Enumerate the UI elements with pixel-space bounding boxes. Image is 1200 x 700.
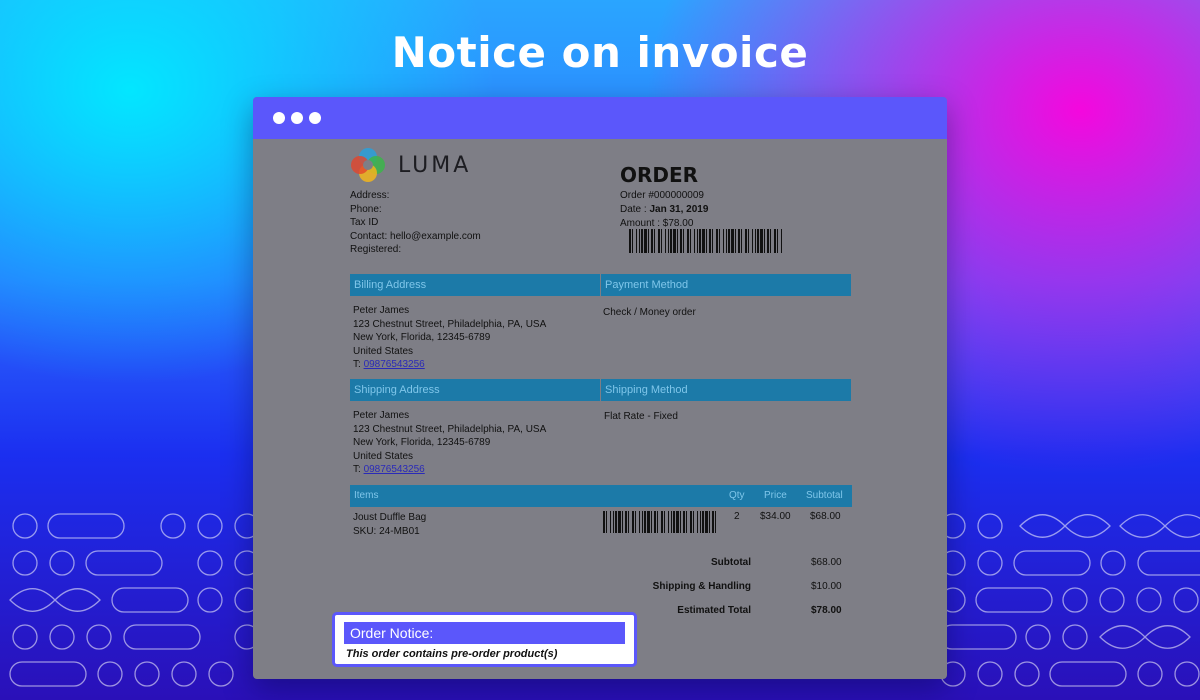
shipping-phone-link[interactable]: 09876543256: [364, 464, 425, 475]
shipping-method-header: Shipping Method: [600, 379, 851, 401]
brand-name: LUMA: [398, 153, 472, 178]
shipping-phone-label: T:: [353, 464, 364, 475]
subtotal-col-header: Subtotal: [806, 490, 843, 501]
shipping-handling-value: $10.00: [811, 581, 842, 592]
item-qty: 2: [734, 511, 740, 522]
shipping-phone-line: T: 09876543256: [353, 463, 546, 477]
store-address: Address:: [350, 190, 390, 201]
billing-country: United States: [353, 345, 414, 357]
browser-window: LUMA Address: Phone: Tax ID Contact: hel…: [253, 97, 947, 679]
order-date-label: Date :: [620, 204, 650, 215]
qty-col-header: Qty: [729, 490, 745, 501]
shipping-city: New York, Florida, 12345-6789: [353, 437, 491, 448]
payment-method: Check / Money order: [603, 307, 696, 318]
order-title: ORDER: [620, 163, 699, 187]
window-dot-icon[interactable]: [291, 112, 303, 124]
item-sku: SKU: 24-MB01: [353, 525, 420, 537]
payment-method-header: Payment Method: [600, 274, 851, 296]
item-price: $34.00: [760, 511, 791, 522]
decorative-pattern-left: [9, 513, 260, 687]
price-col-header: Price: [764, 490, 787, 501]
billing-address-header: Billing Address: [350, 274, 600, 296]
shipping-handling-label: Shipping & Handling: [652, 581, 751, 592]
order-date: Date : Jan 31, 2019: [620, 203, 708, 217]
order-notice-header: Order Notice:: [344, 622, 625, 644]
billing-street: 123 Chestnut Street, Philadelphia, PA, U…: [353, 318, 547, 330]
items-col-header: Items: [354, 490, 379, 501]
subtotal-value: $68.00: [811, 557, 842, 568]
items-table-header: Items Qty Price Subtotal: [350, 485, 852, 507]
shipping-street: 123 Chestnut Street, Philadelphia, PA, U…: [353, 423, 547, 435]
billing-phone-line: T: 09876543256: [353, 358, 546, 372]
window-dot-icon[interactable]: [309, 112, 321, 124]
billing-name: Peter James: [353, 305, 410, 316]
billing-address: Peter James 123 Chestnut Street, Philade…: [353, 304, 546, 372]
store-registered: Registered:: [350, 244, 402, 255]
shipping-address: Peter James 123 Chestnut Street, Philade…: [353, 409, 546, 477]
order-barcode: [629, 229, 782, 253]
shipping-address-header: Shipping Address: [350, 379, 600, 401]
order-notice-callout: Order Notice: This order contains pre-or…: [332, 612, 637, 667]
window-dot-icon[interactable]: [273, 112, 285, 124]
order-number: Order #000000009: [620, 190, 704, 201]
order-meta: Order #000000009 Date : Jan 31, 2019 Amo…: [620, 189, 708, 231]
order-notice-text: This order contains pre-order product(s): [346, 648, 558, 660]
billing-city: New York, Florida, 12345-6789: [353, 332, 491, 343]
billing-phone-label: T:: [353, 359, 364, 370]
shipping-country: United States: [353, 450, 414, 462]
decorative-pattern-right: [940, 513, 1200, 687]
shipping-method: Flat Rate - Fixed: [604, 411, 678, 422]
store-contact: Contact: hello@example.com: [350, 230, 481, 242]
store-phone: Phone:: [350, 203, 382, 215]
estimated-total-label: Estimated Total: [677, 605, 751, 616]
subtotal-label: Subtotal: [711, 557, 751, 568]
shipping-name: Peter James: [353, 410, 410, 421]
estimated-total-value: $78.00: [811, 605, 842, 616]
order-date-value: Jan 31, 2019: [649, 204, 709, 215]
billing-phone-link[interactable]: 09876543256: [364, 359, 425, 370]
item-subtotal: $68.00: [810, 511, 841, 522]
page-heading: Notice on invoice: [391, 28, 809, 77]
store-tax-id: Tax ID: [350, 217, 379, 228]
item-name: Joust Duffle Bag: [353, 512, 427, 523]
browser-title-bar: [253, 97, 947, 139]
table-row: Joust Duffle Bag SKU: 24-MB01: [353, 511, 426, 538]
store-info: Address: Phone: Tax ID Contact: hello@ex…: [350, 189, 481, 257]
invoice-document: LUMA Address: Phone: Tax ID Contact: hel…: [253, 139, 947, 679]
luma-logo-icon: [351, 148, 385, 182]
item-barcode: [603, 511, 716, 533]
